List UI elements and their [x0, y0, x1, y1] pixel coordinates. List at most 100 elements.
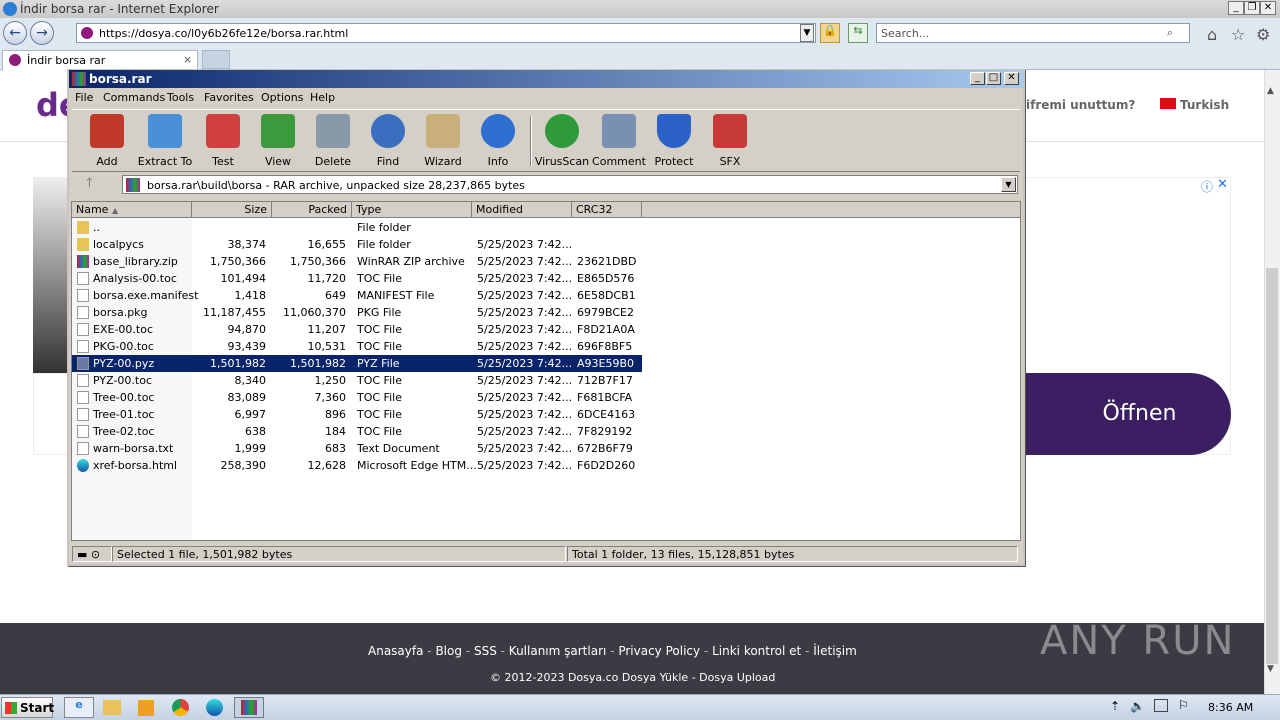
restore-button[interactable]: ❐ [1244, 1, 1260, 15]
taskbar-media-icon[interactable] [138, 700, 154, 716]
file-row[interactable]: Analysis-00.toc 101,494 11,720 TOC File 5/25… [72, 270, 642, 287]
col-name[interactable]: Name ▲ [72, 202, 192, 218]
footer-copyright: © 2012-2023 Dosya.co Dosya Yükle - Dosya… [490, 671, 776, 684]
tool-delete-button[interactable]: Delete [304, 114, 362, 168]
file-type: TOC File [357, 272, 402, 285]
search-placeholder: Search... [881, 27, 930, 40]
menu-options[interactable]: Options [261, 91, 303, 104]
file-row[interactable]: PYZ-00.toc 8,340 1,250 TOC File 5/25/2023 7:… [72, 372, 642, 389]
file-row[interactable]: PYZ-00.pyz 1,501,982 1,501,982 PYZ File 5/25… [72, 355, 642, 372]
col-modified[interactable]: Modified [472, 202, 572, 218]
new-tab-button[interactable] [202, 50, 230, 69]
taskbar-ie-icon[interactable]: e [64, 697, 94, 718]
footer-link[interactable]: Linki kontrol et [712, 644, 801, 658]
status-selected: Selected 1 file, 1,501,982 bytes [112, 546, 566, 562]
menu-file[interactable]: File [75, 91, 93, 104]
path-dropdown-icon[interactable]: ▼ [1001, 177, 1016, 192]
file-row[interactable]: PKG-00.toc 93,439 10,531 TOC File 5/25/2023 … [72, 338, 642, 355]
back-button[interactable]: ← [3, 21, 27, 45]
address-dropdown-icon[interactable]: ▼ [800, 24, 814, 42]
taskbar-edge-icon[interactable] [206, 699, 223, 716]
tool-add-button[interactable]: Add [78, 114, 136, 168]
tray-arrow-icon[interactable]: ⇡ [1110, 699, 1120, 713]
tool-comment-button[interactable]: Comment [590, 114, 648, 168]
menu-commands[interactable]: Commands [103, 91, 165, 104]
file-name: base_library.zip [93, 255, 178, 268]
scroll-down-icon[interactable]: ▼ [1267, 664, 1274, 674]
start-button[interactable]: Start [1, 697, 54, 718]
tool-wizard-button[interactable]: Wizard [414, 114, 472, 168]
file-row[interactable]: warn-borsa.txt 1,999 683 Text Document 5/25/… [72, 440, 642, 457]
close-button[interactable]: ✕ [1260, 1, 1276, 15]
col-size[interactable]: Size [192, 202, 272, 218]
tool-virusscan-button[interactable]: VirusScan [533, 114, 591, 168]
footer-link[interactable]: SSS [474, 644, 497, 658]
search-input[interactable]: Search... ⌕ [876, 23, 1190, 43]
tool-test-button[interactable]: Test [194, 114, 252, 168]
file-size: 1,418 [234, 289, 267, 302]
file-packed: 11,207 [307, 323, 347, 336]
bug-icon [545, 114, 579, 148]
file-row[interactable]: Tree-01.toc 6,997 896 TOC File 5/25/2023 7:4… [72, 406, 642, 423]
taskbar-chrome-icon[interactable] [172, 699, 189, 716]
path-field[interactable]: borsa.rar\build\borsa - RAR archive, unp… [122, 175, 1018, 194]
footer-link[interactable]: Privacy Policy [618, 644, 700, 658]
network-icon[interactable] [1154, 699, 1168, 712]
winrar-minimize-button[interactable]: _ [970, 72, 985, 85]
minimize-button[interactable]: _ [1228, 1, 1244, 15]
turkey-flag-icon [1160, 98, 1176, 109]
menu-help[interactable]: Help [310, 91, 335, 104]
tab-active[interactable]: İndir borsa rar × [2, 50, 198, 70]
menu-favorites[interactable]: Favorites [204, 91, 254, 104]
up-folder-icon[interactable]: ↑ [84, 176, 95, 191]
file-icon [77, 391, 89, 404]
taskbar-explorer-icon[interactable] [103, 700, 121, 715]
file-row[interactable]: localpycs 38,374 16,655 File folder 5/25/202… [72, 236, 642, 253]
search-icon[interactable]: ⌕ [1167, 26, 1173, 40]
menu-tools[interactable]: Tools [167, 91, 194, 104]
winrar-close-button[interactable]: ✕ [1004, 72, 1019, 85]
file-modified: 5/25/2023 7:42... [477, 272, 573, 285]
file-row[interactable]: .. File folder [72, 219, 642, 236]
refresh-icon[interactable]: ⇆ [848, 23, 868, 43]
file-row[interactable]: EXE-00.toc 94,870 11,207 TOC File 5/25/2023 … [72, 321, 642, 338]
file-modified: 5/25/2023 7:42... [477, 323, 573, 336]
col-packed[interactable]: Packed [272, 202, 352, 218]
action-center-flag-icon[interactable]: ⚐ [1178, 698, 1189, 712]
tool-protect-button[interactable]: Protect [645, 114, 703, 168]
volume-icon[interactable]: 🔈 [1130, 699, 1145, 713]
winrar-maximize-button[interactable]: □ [986, 72, 1001, 85]
home-icon[interactable]: ⌂ [1207, 25, 1217, 44]
tool-sfx-button[interactable]: SFX [701, 114, 759, 168]
clock[interactable]: 8:36 AM [1208, 701, 1253, 714]
scroll-thumb[interactable] [1266, 268, 1278, 664]
tool-info-button[interactable]: Info [469, 114, 527, 168]
tool-extract-button[interactable]: Extract To [136, 114, 194, 168]
file-row[interactable]: base_library.zip 1,750,366 1,750,366 WinRAR… [72, 253, 642, 270]
tool-view-button[interactable]: View [249, 114, 307, 168]
forgot-password-link[interactable]: ifremi unuttum? [1026, 98, 1135, 112]
file-type: TOC File [357, 391, 402, 404]
footer-link[interactable]: Anasayfa [368, 644, 423, 658]
col-type[interactable]: Type [352, 202, 472, 218]
ad-open-button[interactable]: Öffnen [1024, 373, 1231, 455]
lock-icon[interactable]: 🔒 [820, 23, 840, 43]
col-crc[interactable]: CRC32 [572, 202, 642, 218]
forward-button[interactable]: → [30, 21, 54, 45]
taskbar-winrar-button[interactable] [234, 697, 264, 718]
file-row[interactable]: Tree-02.toc 638 184 TOC File 5/25/2023 7:42.… [72, 423, 642, 440]
footer-link[interactable]: İletişim [813, 644, 857, 658]
tool-find-button[interactable]: Find [359, 114, 417, 168]
file-row[interactable]: xref-borsa.html 258,390 12,628 Microsoft Ed… [72, 457, 642, 474]
address-bar[interactable]: https://dosya.co/l0y6b26fe12e/borsa.rar.… [76, 23, 816, 43]
favorites-star-icon[interactable]: ☆ [1231, 25, 1245, 44]
footer-link[interactable]: Kullanım şartları [509, 644, 607, 658]
scroll-up-icon[interactable]: ▲ [1267, 86, 1274, 96]
file-row[interactable]: borsa.exe.manifest 1,418 649 MANIFEST File 5… [72, 287, 642, 304]
footer-link[interactable]: Blog [435, 644, 462, 658]
tab-close-icon[interactable]: × [183, 53, 192, 66]
file-row[interactable]: Tree-00.toc 83,089 7,360 TOC File 5/25/2023 … [72, 389, 642, 406]
file-row[interactable]: borsa.pkg 11,187,455 11,060,370 PKG File 5/2… [72, 304, 642, 321]
gear-icon[interactable]: ⚙ [1256, 25, 1270, 44]
language-selector[interactable]: Turkish [1180, 98, 1229, 112]
